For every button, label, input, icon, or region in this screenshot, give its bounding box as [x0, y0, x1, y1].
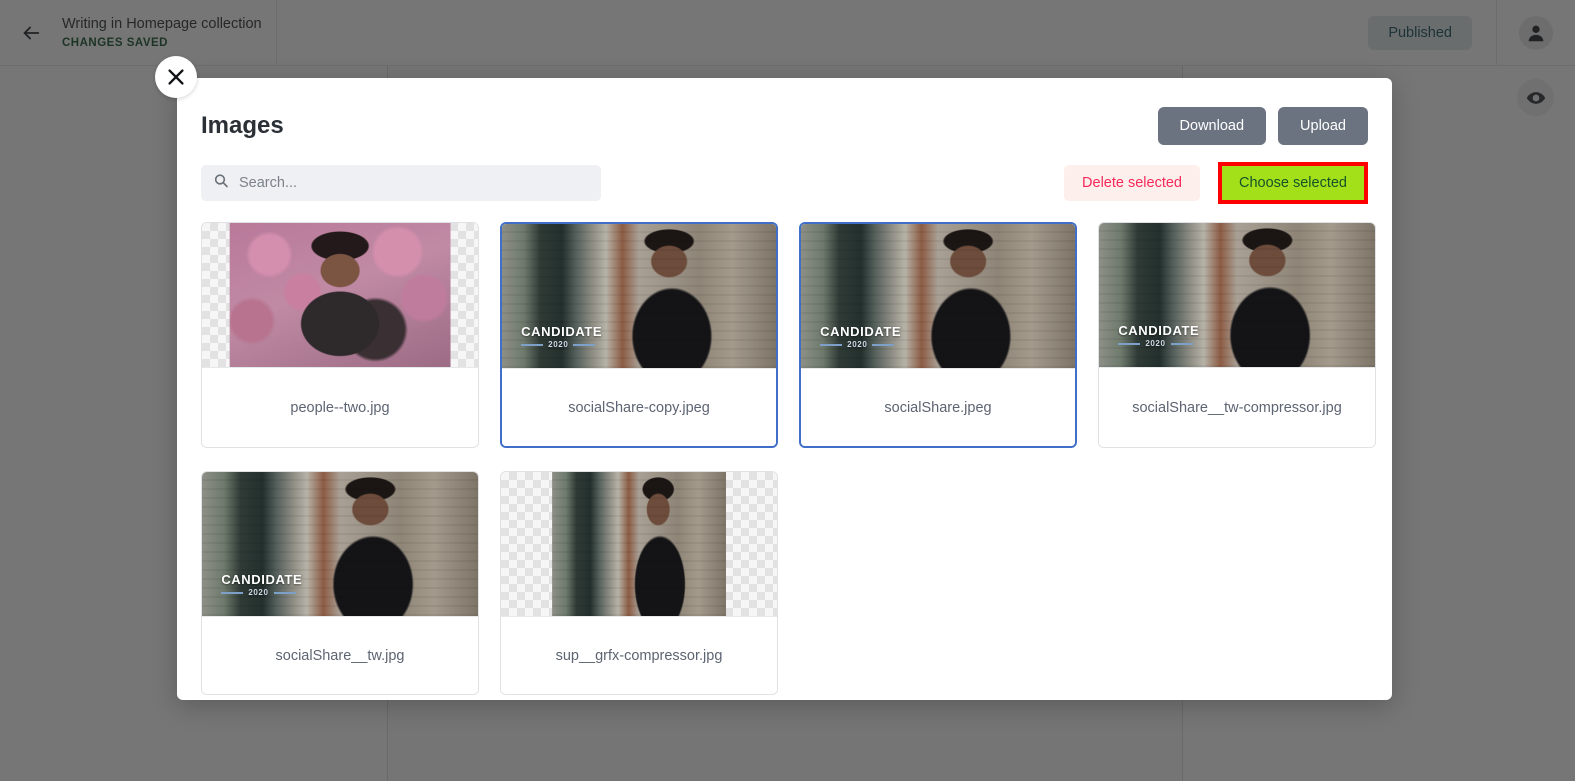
thumbnail-photo	[552, 472, 726, 616]
image-filename: socialShare__tw-compressor.jpg	[1099, 367, 1375, 447]
photo-scene	[229, 223, 451, 367]
overlay-year: 2020	[1118, 339, 1199, 348]
image-card[interactable]: people--two.jpg	[201, 222, 479, 448]
search-box	[201, 165, 601, 201]
close-icon[interactable]	[155, 56, 197, 98]
image-thumbnail	[202, 223, 478, 367]
choose-selected-button[interactable]: Choose selected	[1221, 166, 1364, 200]
overlay-year: 2020	[820, 340, 901, 349]
upload-button[interactable]: Upload	[1278, 107, 1368, 145]
image-text-overlay: CANDIDATE 2020	[820, 325, 901, 349]
modal-header-actions: Download Upload	[1157, 107, 1368, 145]
image-filename: socialShare__tw.jpg	[202, 616, 478, 694]
image-grid: people--two.jpg CANDIDATE 2020 socialShare-…	[177, 204, 1392, 700]
photo-scene	[552, 472, 726, 616]
thumbnail-photo: CANDIDATE 2020	[801, 224, 1075, 368]
image-card[interactable]: CANDIDATE 2020 socialShare__tw.jpg	[201, 471, 479, 695]
image-filename: sup__grfx-compressor.jpg	[501, 616, 777, 694]
modal-header: Images Download Upload	[177, 78, 1392, 152]
image-text-overlay: CANDIDATE 2020	[221, 573, 302, 597]
image-text-overlay: CANDIDATE 2020	[521, 325, 602, 349]
images-modal: Images Download Upload Delete selected C…	[177, 78, 1392, 700]
image-thumbnail	[501, 472, 777, 616]
overlay-title: CANDIDATE	[1118, 323, 1200, 339]
image-card[interactable]: sup__grfx-compressor.jpg	[500, 471, 778, 695]
thumbnail-photo: CANDIDATE 2020	[502, 224, 776, 368]
overlay-title: CANDIDATE	[221, 572, 303, 588]
thumbnail-photo	[229, 223, 451, 367]
thumbnail-photo: CANDIDATE 2020	[1099, 223, 1375, 367]
image-filename: socialShare.jpeg	[801, 368, 1075, 446]
image-filename: people--two.jpg	[202, 367, 478, 447]
overlay-year: 2020	[221, 588, 302, 597]
image-filename: socialShare-copy.jpeg	[502, 368, 776, 446]
thumbnail-photo: CANDIDATE 2020	[202, 472, 478, 616]
search-input[interactable]	[201, 165, 601, 201]
image-text-overlay: CANDIDATE 2020	[1118, 324, 1199, 348]
overlay-title: CANDIDATE	[820, 324, 902, 340]
overlay-year: 2020	[521, 340, 602, 349]
modal-toolbar: Delete selected Choose selected	[177, 152, 1392, 204]
toolbar-actions: Delete selected Choose selected	[1064, 162, 1369, 204]
image-thumbnail: CANDIDATE 2020	[502, 224, 776, 368]
choose-selected-highlight: Choose selected	[1217, 162, 1369, 204]
download-button[interactable]: Download	[1157, 107, 1267, 145]
image-card[interactable]: CANDIDATE 2020 socialShare__tw-compressor.…	[1098, 222, 1376, 448]
delete-selected-button[interactable]: Delete selected	[1064, 165, 1200, 201]
overlay-title: CANDIDATE	[521, 324, 603, 340]
modal-title: Images	[201, 112, 284, 139]
image-thumbnail: CANDIDATE 2020	[801, 224, 1075, 368]
image-card[interactable]: CANDIDATE 2020 socialShare.jpeg	[799, 222, 1077, 448]
image-thumbnail: CANDIDATE 2020	[202, 472, 478, 616]
image-card[interactable]: CANDIDATE 2020 socialShare-copy.jpeg	[500, 222, 778, 448]
image-thumbnail: CANDIDATE 2020	[1099, 223, 1375, 367]
